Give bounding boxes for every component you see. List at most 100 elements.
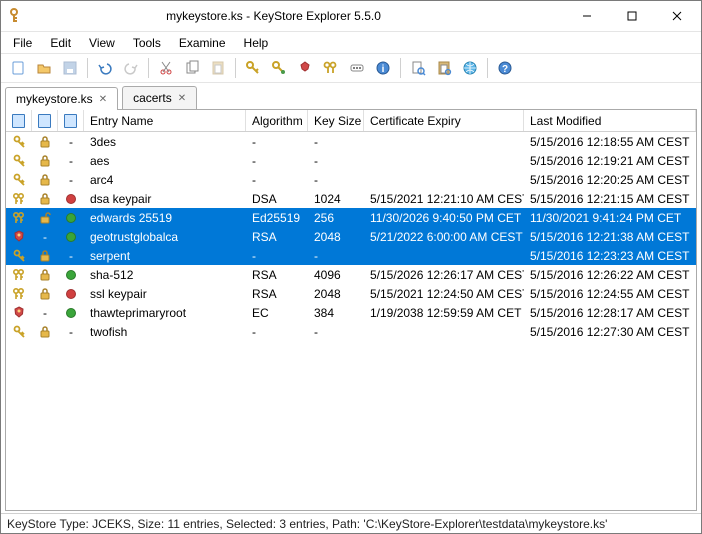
undo-button[interactable]	[94, 57, 116, 79]
separator	[487, 58, 488, 78]
properties-button[interactable]: i	[372, 57, 394, 79]
entry-name-cell: edwards 25519	[84, 211, 246, 225]
paste-button[interactable]	[207, 57, 229, 79]
expiry-status-icon: -	[58, 135, 84, 149]
tabbar: mykeystore.ks ✕ cacerts ✕	[1, 83, 701, 109]
keysize-cell: 1024	[308, 192, 364, 206]
table-body[interactable]: -3des--5/15/2016 12:18:55 AM CEST-aes--5…	[6, 132, 696, 510]
lock-icon	[32, 249, 58, 263]
lock-icon	[32, 135, 58, 149]
copy-button[interactable]	[181, 57, 203, 79]
tab-close-icon[interactable]: ✕	[178, 93, 186, 104]
menubar: File Edit View Tools Examine Help	[1, 31, 701, 53]
examine-ssl-button[interactable]	[459, 57, 481, 79]
algorithm-cell: -	[246, 154, 308, 168]
tab-close-icon[interactable]: ✕	[99, 94, 107, 105]
algorithm-cell: Ed25519	[246, 211, 308, 225]
table-row[interactable]: sha-512RSA40965/15/2026 12:26:17 AM CEST…	[6, 265, 696, 284]
algorithm-cell: RSA	[246, 268, 308, 282]
entry-type-icon	[6, 306, 32, 320]
gen-secretkey-button[interactable]	[268, 57, 290, 79]
menu-examine[interactable]: Examine	[171, 34, 234, 52]
minimize-button[interactable]	[564, 2, 609, 30]
menu-edit[interactable]: Edit	[42, 34, 79, 52]
menu-view[interactable]: View	[81, 34, 123, 52]
toolbar: i ?	[1, 53, 701, 83]
table-row[interactable]: -thawteprimaryrootEC3841/19/2038 12:59:5…	[6, 303, 696, 322]
column-entry-name[interactable]: Entry Name	[84, 110, 246, 131]
entry-type-icon	[6, 192, 32, 206]
lock-icon: -	[32, 306, 58, 320]
column-type[interactable]	[6, 110, 32, 131]
keysize-cell: -	[308, 249, 364, 263]
keystore-table: Entry Name Algorithm Key Size Certificat…	[5, 109, 697, 511]
table-row[interactable]: -arc4--5/15/2016 12:20:25 AM CEST	[6, 170, 696, 189]
statusbar: KeyStore Type: JCEKS, Size: 11 entries, …	[1, 513, 701, 533]
maximize-button[interactable]	[609, 2, 654, 30]
help-button[interactable]: ?	[494, 57, 516, 79]
entry-type-icon	[6, 211, 32, 225]
expiry-status-icon	[58, 212, 84, 224]
table-row[interactable]: ssl keypairRSA20485/15/2021 12:24:50 AM …	[6, 284, 696, 303]
examine-clipboard-button[interactable]	[433, 57, 455, 79]
algorithm-cell: -	[246, 173, 308, 187]
entry-type-icon	[6, 230, 32, 244]
entry-name-cell: ssl keypair	[84, 287, 246, 301]
table-row[interactable]: -geotrustglobalcaRSA20485/21/2022 6:00:0…	[6, 227, 696, 246]
expiry-cell: 5/21/2022 6:00:00 AM CEST	[364, 230, 524, 244]
column-lock[interactable]	[32, 110, 58, 131]
expiry-status-icon: -	[58, 154, 84, 168]
app-icon	[7, 7, 25, 25]
open-button[interactable]	[33, 57, 55, 79]
app-window: mykeystore.ks - KeyStore Explorer 5.5.0 …	[0, 0, 702, 534]
entry-type-icon	[6, 154, 32, 168]
table-row[interactable]: -serpent--5/15/2016 12:23:23 AM CEST	[6, 246, 696, 265]
modified-cell: 5/15/2016 12:21:38 AM CEST	[524, 230, 696, 244]
table-row[interactable]: -3des--5/15/2016 12:18:55 AM CEST	[6, 132, 696, 151]
column-algorithm[interactable]: Algorithm	[246, 110, 308, 131]
table-row[interactable]: dsa keypairDSA10245/15/2021 12:21:10 AM …	[6, 189, 696, 208]
column-cert-expiry[interactable]: Certificate Expiry	[364, 110, 524, 131]
menu-file[interactable]: File	[5, 34, 40, 52]
modified-cell: 5/15/2016 12:27:30 AM CEST	[524, 325, 696, 339]
entry-name-cell: arc4	[84, 173, 246, 187]
save-button[interactable]	[59, 57, 81, 79]
table-row[interactable]: -twofish--5/15/2016 12:27:30 AM CEST	[6, 322, 696, 341]
expiry-cell: 5/15/2026 12:26:17 AM CEST	[364, 268, 524, 282]
status-text: KeyStore Type: JCEKS, Size: 11 entries, …	[7, 517, 607, 531]
set-password-button[interactable]	[346, 57, 368, 79]
modified-cell: 11/30/2021 9:41:24 PM CET	[524, 211, 696, 225]
entry-type-icon	[6, 325, 32, 339]
table-header: Entry Name Algorithm Key Size Certificat…	[6, 110, 696, 132]
cut-button[interactable]	[155, 57, 177, 79]
tab-cacerts[interactable]: cacerts ✕	[122, 86, 197, 109]
new-button[interactable]	[7, 57, 29, 79]
examine-file-button[interactable]	[407, 57, 429, 79]
table-row[interactable]: edwards 25519Ed2551925611/30/2026 9:40:5…	[6, 208, 696, 227]
lock-icon	[32, 287, 58, 301]
menu-help[interactable]: Help	[236, 34, 277, 52]
expiry-cell: 1/19/2038 12:59:59 AM CET	[364, 306, 524, 320]
titlebar: mykeystore.ks - KeyStore Explorer 5.5.0	[1, 1, 701, 31]
entry-type-icon	[6, 268, 32, 282]
expiry-status-icon	[58, 231, 84, 243]
lock-icon	[32, 211, 58, 225]
column-key-size[interactable]: Key Size	[308, 110, 364, 131]
modified-cell: 5/15/2016 12:21:15 AM CEST	[524, 192, 696, 206]
column-last-modified[interactable]: Last Modified	[524, 110, 696, 131]
lock-icon	[32, 192, 58, 206]
menu-tools[interactable]: Tools	[125, 34, 169, 52]
column-expiry-status[interactable]	[58, 110, 84, 131]
import-cert-button[interactable]	[294, 57, 316, 79]
modified-cell: 5/15/2016 12:20:25 AM CEST	[524, 173, 696, 187]
gen-keypair-button[interactable]	[242, 57, 264, 79]
entry-type-icon	[6, 135, 32, 149]
expiry-status-icon: -	[58, 249, 84, 263]
modified-cell: 5/15/2016 12:28:17 AM CEST	[524, 306, 696, 320]
redo-button[interactable]	[120, 57, 142, 79]
tab-mykeystore[interactable]: mykeystore.ks ✕	[5, 87, 118, 110]
close-button[interactable]	[654, 2, 699, 30]
entry-name-cell: geotrustglobalca	[84, 230, 246, 244]
import-keypair-button[interactable]	[320, 57, 342, 79]
table-row[interactable]: -aes--5/15/2016 12:19:21 AM CEST	[6, 151, 696, 170]
